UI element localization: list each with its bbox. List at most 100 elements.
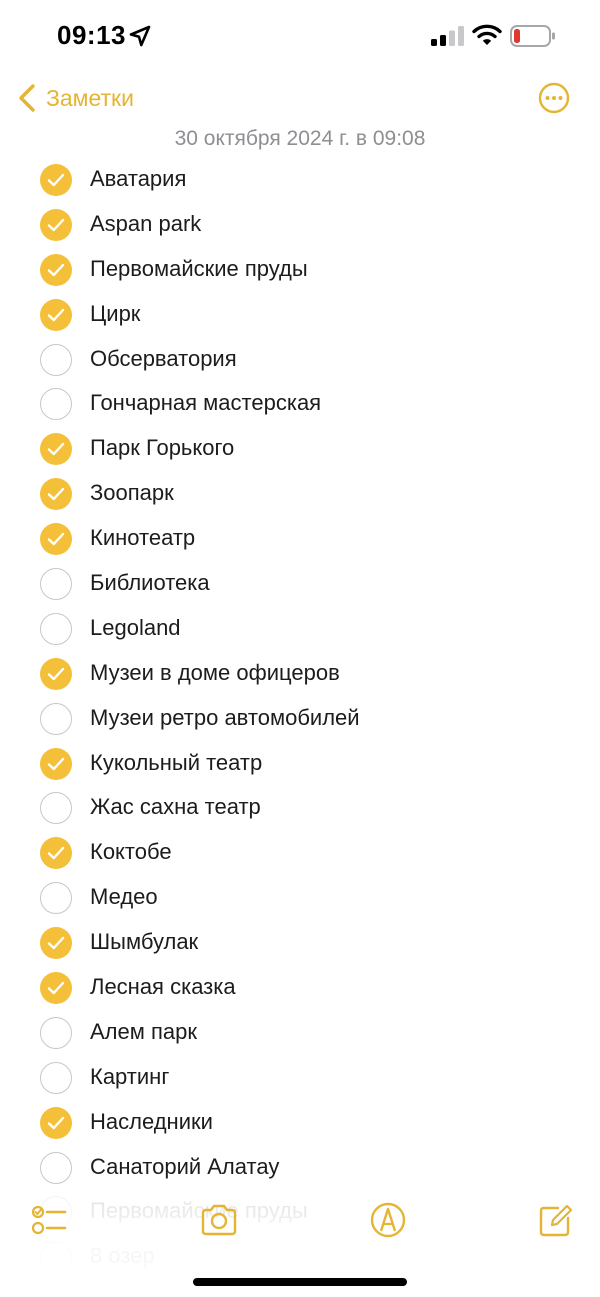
checklist-item: Лесная сказка — [0, 965, 600, 1010]
checklist-item-label[interactable]: Цирк — [90, 301, 140, 327]
checkbox-checked[interactable] — [40, 253, 72, 286]
checklist-item-label[interactable]: Парк Горького — [90, 435, 234, 461]
checklist-item-label[interactable]: Санаторий Алатау — [90, 1154, 279, 1180]
checklist-item-label[interactable]: Аватария — [90, 166, 186, 192]
chevron-left-icon — [19, 84, 35, 112]
checkmark-icon — [47, 308, 65, 321]
checklist-icon — [31, 1205, 67, 1235]
checkbox-unchecked[interactable] — [40, 702, 72, 735]
checklist-item-label[interactable]: Жас сахна театр — [90, 794, 261, 820]
checklist-item-label[interactable]: Первомайские пруды — [90, 256, 308, 282]
checkbox-checked[interactable] — [40, 927, 72, 960]
checklist-item-label[interactable]: Коктобе — [90, 839, 172, 865]
checklist-item-label[interactable]: Гончарная мастерская — [90, 390, 321, 416]
checkbox-checked[interactable] — [40, 657, 72, 690]
checkmark-icon — [47, 488, 65, 501]
checkbox-unchecked[interactable] — [40, 1151, 72, 1184]
checklist-item: Кинотеатр — [0, 516, 600, 561]
checkmark-icon — [47, 532, 65, 546]
checklist-item: Алем парк — [0, 1010, 600, 1055]
checkmark-icon — [47, 847, 65, 860]
compose-icon — [539, 1204, 573, 1237]
back-button[interactable]: Заметки — [16, 80, 134, 116]
checklist-item-label[interactable]: Медео — [90, 884, 158, 910]
markup-button[interactable] — [368, 1200, 408, 1240]
checklist-item: Санаторий Алатау — [0, 1145, 600, 1190]
checkmark-icon — [47, 263, 65, 276]
checklist-item: Медео — [0, 875, 600, 920]
checklist-item: Парк Горького — [0, 426, 600, 471]
nav-bar: Заметки — [0, 72, 600, 124]
back-label: Заметки — [46, 84, 134, 111]
checkbox-checked[interactable] — [40, 1106, 72, 1139]
checklist-item-label[interactable]: Legoland — [90, 615, 181, 641]
checklist-item-label[interactable]: Обсерватория — [90, 346, 237, 372]
checkbox-checked[interactable] — [40, 972, 72, 1005]
checklist-item: Аватария — [0, 157, 600, 202]
checkbox-unchecked[interactable] — [40, 882, 72, 915]
checkmark-icon — [47, 936, 65, 950]
checklist-item: Кукольный театр — [0, 741, 600, 786]
checklist-item: Наследники — [0, 1100, 600, 1145]
cellular-signal-icon — [431, 26, 464, 46]
checkbox-unchecked[interactable] — [40, 1061, 72, 1094]
checkmark-icon — [47, 443, 65, 456]
checklist-item-label[interactable]: Кукольный театр — [90, 750, 262, 776]
checklist-item: Legoland — [0, 606, 600, 651]
checkbox-checked[interactable] — [40, 164, 72, 196]
camera-icon — [201, 1204, 237, 1236]
checklist-item: Картинг — [0, 1055, 600, 1100]
checklist-item: Цирк — [0, 292, 600, 337]
checklist-item-label[interactable]: Aspan park — [90, 211, 201, 237]
checkbox-checked[interactable] — [40, 747, 72, 780]
checklist-item-label[interactable]: Картинг — [90, 1064, 169, 1090]
compose-button[interactable] — [536, 1200, 576, 1240]
checklist-item: Шымбулак — [0, 920, 600, 965]
markup-pen-icon — [370, 1202, 406, 1238]
checklist-item-label[interactable]: Зоопарк — [90, 480, 174, 506]
checklist-item: Aspan park — [0, 202, 600, 247]
checklist-button[interactable] — [30, 1200, 70, 1240]
checklist-item: Первомайские пруды — [0, 247, 600, 292]
checklist-item-label[interactable]: Музеи в доме офицеров — [90, 660, 340, 686]
checkbox-checked[interactable] — [40, 208, 72, 241]
checkbox-checked[interactable] — [40, 433, 72, 466]
ellipsis-circle-icon[interactable] — [538, 82, 570, 114]
checkbox-unchecked[interactable] — [40, 612, 72, 645]
checkmark-icon — [47, 173, 65, 187]
checklist-item: Коктобе — [0, 830, 600, 875]
checkmark-icon — [47, 667, 65, 680]
checklist-item-label[interactable]: Музеи ретро автомобилей — [90, 705, 360, 731]
battery-low-icon — [510, 25, 555, 47]
checklist-item-label[interactable]: Шымбулак — [90, 929, 198, 955]
checkbox-unchecked[interactable] — [40, 568, 72, 601]
checkbox-checked[interactable] — [40, 478, 72, 511]
checklist-item: Жас сахна театр — [0, 785, 600, 830]
checkbox-checked[interactable] — [40, 298, 72, 331]
checkbox-unchecked[interactable] — [40, 343, 72, 376]
checklist-item: Музеи ретро автомобилей — [0, 696, 600, 741]
location-arrow-icon — [129, 25, 151, 47]
home-indicator — [193, 1278, 407, 1286]
checklist-item-label[interactable]: Лесная сказка — [90, 974, 236, 1000]
checklist-item-label[interactable]: Алем парк — [90, 1019, 197, 1045]
checklist-item: Библиотека — [0, 561, 600, 606]
checklist-item-label[interactable]: Библиотека — [90, 570, 210, 596]
note-date: 30 октября 2024 г. в 09:08 — [174, 127, 426, 150]
checkbox-unchecked[interactable] — [40, 1016, 72, 1049]
checkmark-icon — [47, 218, 65, 232]
checklist-item: Гончарная мастерская — [0, 381, 600, 426]
status-time: 09:13 — [57, 20, 126, 50]
checklist-item-label[interactable]: Кинотеатр — [90, 525, 195, 551]
checkbox-checked[interactable] — [40, 837, 72, 870]
checklist: Аватария Aspan park Первомайские пруды Цирк… — [0, 157, 600, 1279]
checkbox-unchecked[interactable] — [40, 388, 72, 421]
checkbox-unchecked[interactable] — [40, 792, 72, 825]
checklist-item: Зоопарк — [0, 471, 600, 516]
checklist-item: Обсерватория — [0, 337, 600, 382]
checkmark-icon — [47, 757, 65, 770]
checklist-item-label[interactable]: Наследники — [90, 1109, 213, 1135]
camera-button[interactable] — [199, 1200, 239, 1240]
status-bar: 09:13 — [0, 0, 600, 70]
checkbox-checked[interactable] — [40, 523, 72, 556]
